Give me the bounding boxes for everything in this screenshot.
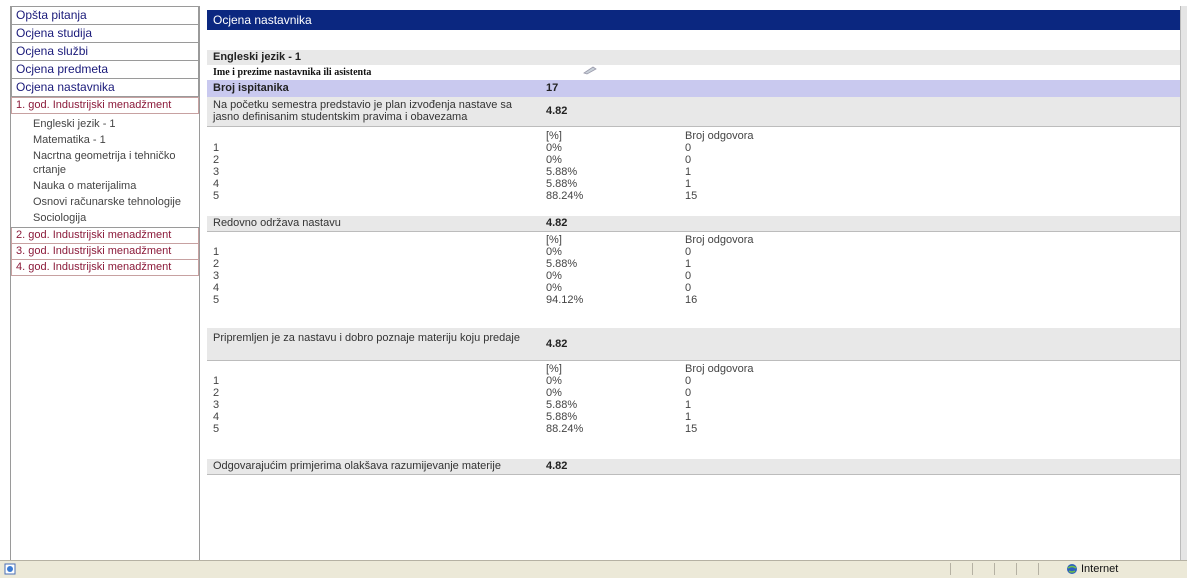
- nav-ocjena-studija[interactable]: Ocjena studija: [12, 25, 198, 43]
- question-3-table: [%] Broj odgovora 1 0% 0 2 0% 0 3 5.88% 1 4 5.88…: [207, 361, 1180, 435]
- page-title: Ocjena nastavnika: [207, 10, 1180, 30]
- nav-ocjena-predmeta[interactable]: Ocjena predmeta: [12, 61, 198, 79]
- nav-ocjena-nastavnika[interactable]: Ocjena nastavnika: [12, 79, 198, 96]
- course-nauka-o-materijalima[interactable]: Nauka o materijalima: [11, 178, 199, 194]
- year-1-link[interactable]: 1. god. Industrijski menadžment: [11, 97, 199, 114]
- sidebar-top-nav: Opšta pitanja Ocjena studija Ocjena služ…: [11, 6, 199, 97]
- table-row: 2 0% 0: [213, 387, 692, 399]
- table-row: 4 5.88% 1: [213, 178, 692, 190]
- teacher-row: Ime i prezime nastavnika ili asistenta: [207, 65, 1180, 80]
- security-zone: Internet: [1081, 563, 1119, 575]
- course-sociologija[interactable]: Sociologija: [11, 210, 199, 226]
- question-4: Odgovarajućim primjerima olakšava razumi…: [207, 459, 1180, 475]
- pencil-icon: [583, 65, 597, 80]
- table-row: 3 5.88% 1: [213, 399, 692, 411]
- course-matematika[interactable]: Matematika - 1: [11, 132, 199, 148]
- table-row: 5 94.12% 16: [213, 294, 698, 306]
- question-4-score: 4.82: [546, 460, 568, 472]
- table-row: 2 5.88% 1: [213, 258, 692, 270]
- year-3-link[interactable]: 3. god. Industrijski menadžment: [11, 244, 199, 260]
- pct-header: [%]: [546, 130, 562, 142]
- question-1-table: [%] Broj odgovora 1 0% 0 2 0% 0 3 5.88% 1 4 5.88…: [207, 127, 1180, 202]
- count-header: Broj odgovora: [685, 130, 754, 142]
- course-nacrtna-geometrija[interactable]: Nacrtna geometrija i tehničko crtanje: [11, 148, 199, 178]
- question-2: Redovno održava nastavu 4.82: [207, 216, 1180, 232]
- question-1: Na početku semestra predstavio je plan i…: [207, 97, 1180, 127]
- sidebar: Opšta pitanja Ocjena studija Ocjena služ…: [10, 6, 200, 560]
- table-row: 3 5.88% 1: [213, 166, 692, 178]
- question-1-text: Na početku semestra predstavio je plan i…: [213, 99, 513, 123]
- table-row: 1 0% 0: [213, 375, 692, 387]
- respondents-count: 17: [546, 82, 559, 94]
- page-icon: [4, 563, 17, 578]
- year-4-link[interactable]: 4. god. Industrijski menadžment: [11, 260, 199, 276]
- teacher-label: Ime i prezime nastavnika ili asistenta: [213, 67, 372, 78]
- question-3: Pripremljen je za nastavu i dobro poznaj…: [207, 328, 1180, 361]
- year-2-link[interactable]: 2. god. Industrijski menadžment: [11, 228, 199, 244]
- globe-icon: [1066, 563, 1078, 578]
- course-list: Engleski jezik - 1 Matematika - 1 Nacrtn…: [11, 114, 199, 228]
- question-3-text: Pripremljen je za nastavu i dobro poznaj…: [213, 332, 520, 344]
- table-row: 5 88.24% 15: [213, 423, 698, 435]
- main-content: Ocjena nastavnika Engleski jezik - 1 Ime…: [207, 10, 1180, 560]
- table-row: 5 88.24% 15: [213, 190, 698, 202]
- question-4-text: Odgovarajućim primjerima olakšava razumi…: [213, 460, 501, 472]
- table-row: 1 0% 0: [213, 142, 692, 154]
- question-1-score: 4.82: [546, 105, 568, 117]
- question-2-score: 4.82: [546, 217, 568, 229]
- course-engleski[interactable]: Engleski jezik - 1: [11, 116, 199, 132]
- table-row: 4 0% 0: [213, 282, 692, 294]
- question-3-score: 4.82: [546, 338, 568, 350]
- nav-ocjena-sluzbi[interactable]: Ocjena službi: [12, 43, 198, 61]
- question-2-table: [%] Broj odgovora 1 0% 0 2 5.88% 1 3 0% 0 4 0% 0 …: [207, 232, 1180, 306]
- respondents-label: Broj ispitanika: [213, 82, 289, 94]
- course-osnovi-racunarske[interactable]: Osnovi računarske tehnologije: [11, 194, 199, 210]
- status-bar: Internet: [0, 560, 1187, 578]
- table-row: 1 0% 0: [213, 246, 692, 258]
- respondents-row: Broj ispitanika 17: [207, 80, 1180, 97]
- nav-opsta-pitanja[interactable]: Opšta pitanja: [12, 7, 198, 25]
- vertical-scrollbar[interactable]: [1180, 6, 1187, 560]
- table-row: 4 5.88% 1: [213, 411, 692, 423]
- course-header: Engleski jezik - 1: [207, 50, 1180, 65]
- table-row: 2 0% 0: [213, 154, 692, 166]
- course-name: Engleski jezik - 1: [213, 51, 302, 63]
- question-2-text: Redovno održava nastavu: [213, 217, 341, 229]
- table-row: 3 0% 0: [213, 270, 692, 282]
